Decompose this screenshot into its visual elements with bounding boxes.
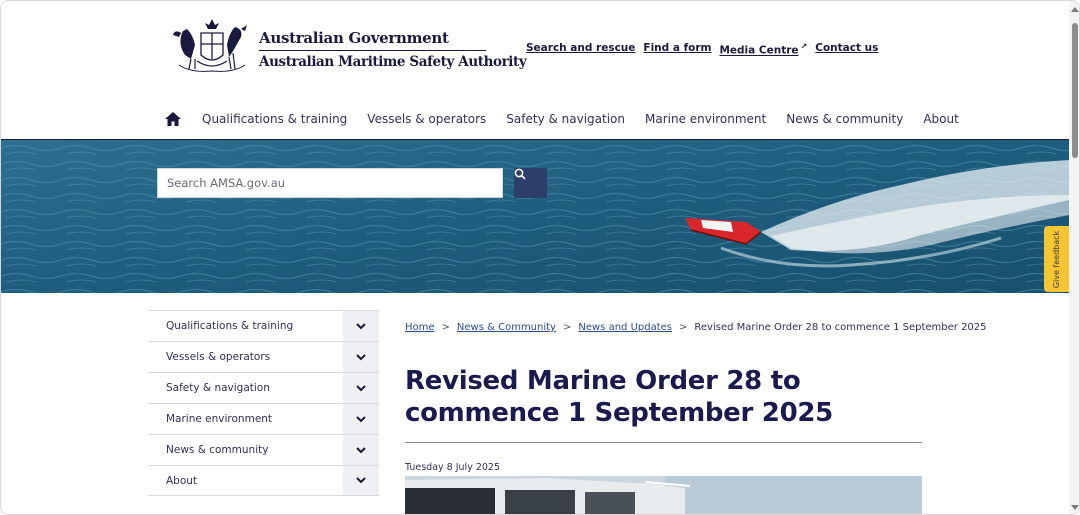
page-title: Revised Marine Order 28 to commence 1 Se…: [405, 366, 833, 428]
contact-us-link[interactable]: Contact us: [815, 42, 878, 57]
logo-divider: [259, 50, 486, 51]
media-centre-wrapper: Media Centre ↗: [719, 42, 807, 57]
breadcrumb-news-community-link[interactable]: News & Community: [457, 322, 556, 333]
give-feedback-tab[interactable]: Give feedback: [1044, 226, 1069, 292]
sidebar-item-safety-navigation[interactable]: Safety & navigation: [148, 372, 379, 403]
scroll-down-arrow-icon[interactable]: [1071, 505, 1079, 510]
browser-window: Australian Government Australian Maritim…: [0, 0, 1080, 515]
sidebar-nav: Qualifications & training Vessels & oper…: [148, 310, 379, 496]
breadcrumb-news-updates-link[interactable]: News and Updates: [578, 322, 672, 333]
breadcrumb-separator: >: [562, 322, 572, 333]
sidebar-item-label[interactable]: News & community: [148, 435, 343, 465]
breadcrumb-current: Revised Marine Order 28 to commence 1 Se…: [694, 322, 987, 333]
sidebar-expand-toggle[interactable]: [343, 435, 379, 465]
nav-vessels-operators[interactable]: Vessels & operators: [367, 112, 486, 126]
sidebar-item-marine-environment[interactable]: Marine environment: [148, 403, 379, 434]
chevron-down-icon: [356, 384, 366, 391]
nav-about[interactable]: About: [923, 112, 958, 126]
sidebar-item-qualifications-training[interactable]: Qualifications & training: [148, 310, 379, 341]
find-a-form-link[interactable]: Find a form: [643, 42, 711, 57]
chevron-down-icon: [356, 477, 366, 484]
nav-news-community[interactable]: News & community: [786, 112, 903, 126]
scroll-up-arrow-icon[interactable]: [1071, 7, 1079, 12]
nav-safety-navigation[interactable]: Safety & navigation: [506, 112, 625, 126]
breadcrumb-separator: >: [679, 322, 688, 333]
nav-qualifications-training[interactable]: Qualifications & training: [202, 112, 347, 126]
search-input[interactable]: Search AMSA.gov.au: [157, 168, 503, 198]
coat-of-arms-logo[interactable]: [171, 15, 253, 75]
main-navigation: Qualifications & training Vessels & oper…: [164, 111, 979, 127]
breadcrumb-home-link[interactable]: Home: [405, 322, 435, 333]
sidebar-item-vessels-operators[interactable]: Vessels & operators: [148, 341, 379, 372]
ocean-boat-image: [1, 140, 1069, 293]
site-header: Australian Government Australian Maritim…: [1, 1, 1069, 139]
sidebar-item-label[interactable]: Marine environment: [148, 404, 343, 434]
search-button[interactable]: [514, 168, 547, 198]
page-scrollbar[interactable]: [1069, 1, 1079, 514]
sidebar-item-label[interactable]: Safety & navigation: [148, 373, 343, 403]
title-divider: [405, 442, 922, 443]
vessel-photo: [405, 476, 922, 514]
chevron-down-icon: [356, 446, 366, 453]
sidebar-item-label[interactable]: About: [148, 466, 343, 495]
external-link-icon: ↗: [800, 42, 808, 51]
chevron-down-icon: [356, 353, 366, 360]
media-centre-link[interactable]: Media Centre: [719, 45, 798, 57]
sidebar-item-label[interactable]: Vessels & operators: [148, 342, 343, 372]
breadcrumb: Home > News & Community > News and Updates > R…: [405, 322, 987, 333]
nav-marine-environment[interactable]: Marine environment: [645, 112, 766, 126]
logo-line-amsa: Australian Maritime Safety Authority: [259, 54, 527, 70]
home-icon[interactable]: [164, 111, 182, 127]
hero-banner: Search AMSA.gov.au: [1, 140, 1069, 293]
article-image: [405, 476, 922, 514]
give-feedback-label: Give feedback: [1052, 230, 1061, 288]
article-date: Tuesday 8 July 2025: [405, 462, 501, 473]
sidebar-item-label[interactable]: Qualifications & training: [148, 311, 343, 341]
utility-links: Search and rescue Find a form Media Cent…: [526, 42, 878, 57]
sidebar-expand-toggle[interactable]: [343, 404, 379, 434]
breadcrumb-separator: >: [441, 322, 450, 333]
sidebar-expand-toggle[interactable]: [343, 373, 379, 403]
chevron-down-icon: [356, 322, 366, 329]
logo-line-government: Australian Government: [259, 29, 449, 47]
sidebar-expand-toggle[interactable]: [343, 311, 379, 341]
search-and-rescue-link[interactable]: Search and rescue: [526, 42, 635, 57]
sidebar-expand-toggle[interactable]: [343, 466, 379, 495]
logo-text[interactable]: Australian Government Australian Maritim…: [259, 29, 527, 70]
chevron-down-icon: [356, 415, 366, 422]
scrollbar-thumb[interactable]: [1072, 23, 1078, 158]
sidebar-item-news-community[interactable]: News & community: [148, 434, 379, 465]
sidebar-item-about[interactable]: About: [148, 465, 379, 496]
search-icon: [514, 168, 526, 180]
sidebar-expand-toggle[interactable]: [343, 342, 379, 372]
